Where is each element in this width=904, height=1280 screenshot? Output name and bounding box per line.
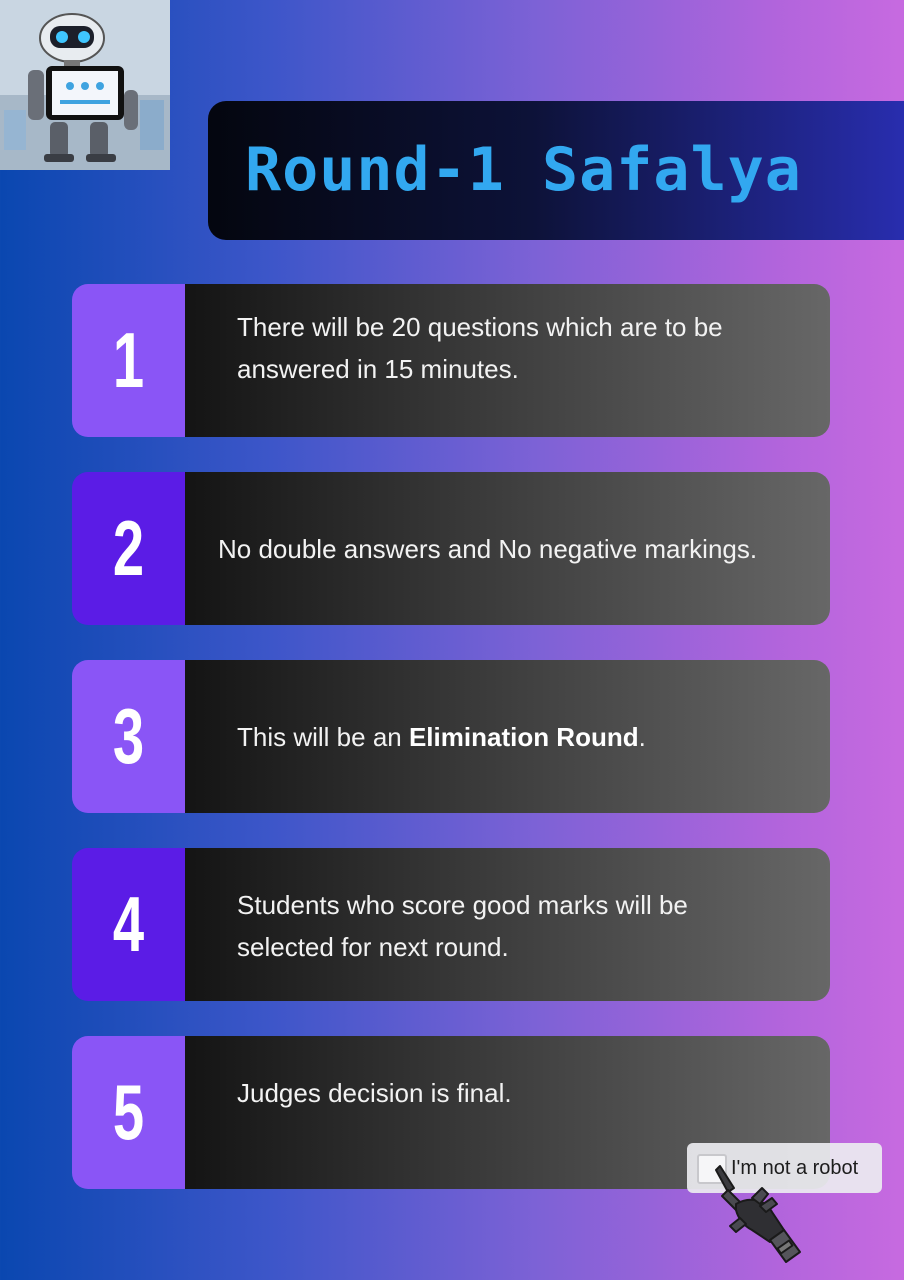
page-title: Round-1 Safalya — [245, 135, 802, 205]
robotic-hand-icon — [715, 1165, 801, 1263]
rule-text-3: This will be an Elimination Round. — [237, 722, 646, 752]
rule-text-5: Judges decision is final. — [237, 1078, 512, 1108]
rule-number-5: 5 — [112, 1068, 145, 1156]
rule-number-3: 3 — [112, 692, 145, 780]
robot-icon — [0, 0, 170, 170]
rule-card-1: 1 There will be 20 questions which are t… — [72, 284, 830, 437]
rule-card-3: 3 This will be an Elimination Round. — [72, 660, 830, 813]
title-banner: Round-1 Safalya — [208, 101, 904, 240]
elimination-round-emphasis: Elimination Round — [408, 722, 639, 752]
rule-card-4: 4 Students who score good marks will be … — [72, 848, 830, 1001]
rule-text-2: No double answers and No negative markin… — [218, 534, 758, 564]
rule-number-2: 2 — [112, 504, 145, 592]
rule-text-4: Students who score good marks will be se… — [237, 890, 688, 962]
rule-card-2: 2 No double answers and No negative mark… — [72, 472, 830, 625]
rule-number-1: 1 — [112, 316, 145, 404]
rule-number-4: 4 — [112, 880, 145, 968]
robot-illustration — [0, 0, 170, 170]
rule-text-1: There will be 20 questions which are to … — [237, 312, 723, 384]
